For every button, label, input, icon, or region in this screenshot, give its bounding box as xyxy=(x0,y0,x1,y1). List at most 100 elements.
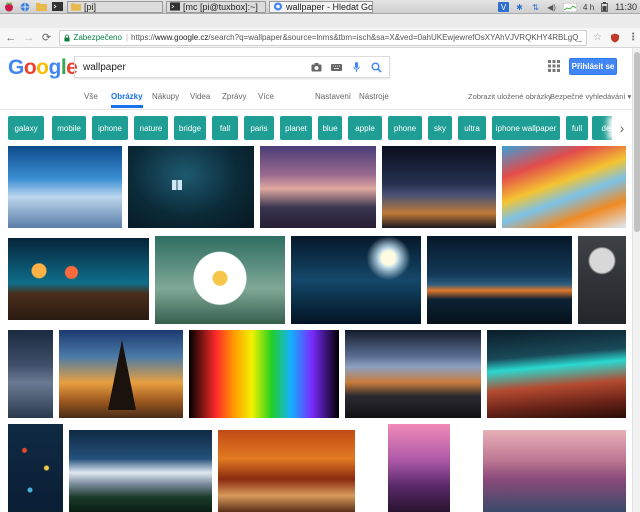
search-tabs: Vše Obrázky Nákupy Videa Zprávy Více Nas… xyxy=(0,90,632,110)
image-result-autumn-forest-path[interactable] xyxy=(218,430,355,512)
chip-fall[interactable]: fall xyxy=(212,116,238,140)
image-result-fantasy-pink-forest[interactable] xyxy=(483,430,626,512)
windows-logo-icon xyxy=(172,180,182,190)
battery-icon[interactable] xyxy=(599,2,610,12)
image-result-clouds-sky[interactable] xyxy=(8,146,122,228)
image-result-dandelion[interactable] xyxy=(578,236,626,324)
image-result-pirate-ship-moon[interactable] xyxy=(291,236,421,324)
signin-button[interactable]: Přihlásit se xyxy=(569,58,617,75)
image-result-white-daisy[interactable] xyxy=(155,236,285,324)
browser-launcher-icon[interactable] xyxy=(18,1,32,13)
task-terminal[interactable]: [mc [pi@tuxbox]:~] xyxy=(166,0,266,13)
image-result-mount-fuji[interactable] xyxy=(69,430,212,512)
browser-tab-strip xyxy=(0,14,640,28)
task-file-manager[interactable]: [pi] xyxy=(67,0,163,13)
task-chromium[interactable]: wallpaper - Hledat Goo... xyxy=(269,0,373,13)
search-icon[interactable] xyxy=(369,60,383,74)
image-result-planets-dots[interactable] xyxy=(8,424,63,512)
related-search-chips: galaxy mobile iphone nature bridge fall paris p… xyxy=(8,116,620,140)
volume-icon[interactable]: ◀) xyxy=(546,2,557,12)
separator: | xyxy=(125,33,129,42)
chip-phone[interactable]: phone xyxy=(388,116,422,140)
url-path: /search?q=wallpaper&source=lnms&tbm=isch… xyxy=(208,33,581,42)
tab-news[interactable]: Zprávy xyxy=(222,92,246,105)
logo-letter: o xyxy=(36,56,49,79)
tab-more[interactable]: Více xyxy=(258,92,274,105)
terminal-icon xyxy=(170,2,180,11)
search-input[interactable] xyxy=(83,61,303,73)
chip-iphone-wallpaper[interactable]: iphone wallpaper xyxy=(492,116,560,140)
logo-letter: g xyxy=(48,56,62,79)
task-label: [pi] xyxy=(84,1,97,12)
keyboard-icon[interactable] xyxy=(329,60,343,74)
address-bar[interactable]: Zabezpečeno | https://www.google.cz/sear… xyxy=(59,29,587,46)
bluetooth-icon[interactable]: ✱ xyxy=(514,2,525,12)
image-result-windows-logo[interactable] xyxy=(128,146,254,228)
chip-sky[interactable]: sky xyxy=(428,116,452,140)
chip-ultra[interactable]: ultra xyxy=(458,116,486,140)
image-result-eiffel-tower-purple[interactable] xyxy=(388,424,450,512)
url-host: www.google.cz xyxy=(155,33,209,42)
chromium-icon xyxy=(273,2,283,11)
image-result-eiffel-tower-sunset[interactable] xyxy=(59,330,183,418)
page-scrollbar[interactable] xyxy=(632,48,640,512)
image-result-rainbow-paint-splash[interactable] xyxy=(189,330,339,418)
safesearch-dropdown[interactable]: Bezpečné vyhledávání ▾ xyxy=(550,92,631,101)
reload-button[interactable]: ⟳ xyxy=(40,31,54,45)
tab-shopping[interactable]: Nákupy xyxy=(152,92,179,105)
url-text: https://www.google.cz/search?q=wallpaper… xyxy=(131,33,582,42)
forward-button[interactable]: → xyxy=(22,31,36,45)
browser-toolbar: ← → ⟳ Zabezpečeno | https://www.google.c… xyxy=(0,28,640,48)
folder-launcher-icon[interactable] xyxy=(34,1,48,13)
camera-icon[interactable] xyxy=(309,60,323,74)
chip-bridge[interactable]: bridge xyxy=(174,116,206,140)
system-tray: V ✱ ⇅ ◀) 4 h 11:30 xyxy=(498,0,640,14)
tools-link[interactable]: Nástroje xyxy=(359,92,389,101)
image-result-starry-sky-tall[interactable] xyxy=(8,330,53,418)
battery-time: 4 h xyxy=(583,2,595,12)
apps-grid-icon[interactable] xyxy=(548,60,560,72)
search-box xyxy=(74,56,390,78)
image-result-golden-gate-bridge-night[interactable] xyxy=(427,236,572,324)
eiffel-tower-shape xyxy=(108,340,136,410)
logo-letter: G xyxy=(8,56,24,79)
chip-apple[interactable]: apple xyxy=(348,116,382,140)
bookmark-star-icon[interactable]: ☆ xyxy=(591,31,605,45)
extension-icon[interactable] xyxy=(608,31,622,45)
back-button[interactable]: ← xyxy=(4,31,18,45)
image-result-night-road-galaxy[interactable] xyxy=(345,330,481,418)
chip-galaxy[interactable]: galaxy xyxy=(8,116,44,140)
vnc-icon[interactable]: V xyxy=(498,2,510,12)
chip-nature[interactable]: nature xyxy=(134,116,168,140)
chip-iphone[interactable]: iphone xyxy=(92,116,128,140)
network-icon[interactable]: ⇅ xyxy=(530,2,541,12)
taskbar: [pi] [mc [pi@tuxbox]:~] wallpaper - Hled… xyxy=(0,0,640,14)
google-header: Google Přihlásit se Vše Obrázky Nákupy V… xyxy=(0,48,632,110)
tab-videos[interactable]: Videa xyxy=(190,92,210,105)
image-result-neon-mountains[interactable] xyxy=(487,330,626,418)
saved-images-link[interactable]: Zobrazit uložené obrázky xyxy=(468,92,552,101)
settings-link[interactable]: Nastavení xyxy=(315,92,351,101)
tab-images[interactable]: Obrázky xyxy=(111,92,143,108)
tab-all[interactable]: Vše xyxy=(84,92,98,105)
chip-blue[interactable]: blue xyxy=(318,116,342,140)
scrollbar-thumb[interactable] xyxy=(634,52,640,232)
chip-mobile[interactable]: mobile xyxy=(52,116,86,140)
image-result-lake-pier-sunset[interactable] xyxy=(260,146,376,228)
google-logo[interactable]: Google xyxy=(8,56,78,80)
microphone-icon[interactable] xyxy=(349,60,363,74)
chips-next-arrow-icon[interactable]: › xyxy=(612,116,632,140)
chip-full[interactable]: full xyxy=(566,116,588,140)
chip-paris[interactable]: paris xyxy=(244,116,274,140)
task-label: wallpaper - Hledat Goo... xyxy=(286,1,373,12)
lock-icon xyxy=(64,34,71,41)
terminal-launcher-icon[interactable] xyxy=(50,1,64,13)
image-result-colorful-umbrellas[interactable] xyxy=(502,146,626,228)
chip-planet[interactable]: planet xyxy=(280,116,312,140)
image-result-bokeh-wooden-table[interactable] xyxy=(8,238,149,320)
logo-letter: o xyxy=(23,56,37,79)
task-label: [mc [pi@tuxbox]:~] xyxy=(183,1,258,12)
menu-kebab-icon[interactable]: ⋮ xyxy=(626,31,640,45)
image-result-milky-way-night[interactable] xyxy=(382,146,496,228)
raspberry-menu-icon[interactable] xyxy=(2,1,16,13)
